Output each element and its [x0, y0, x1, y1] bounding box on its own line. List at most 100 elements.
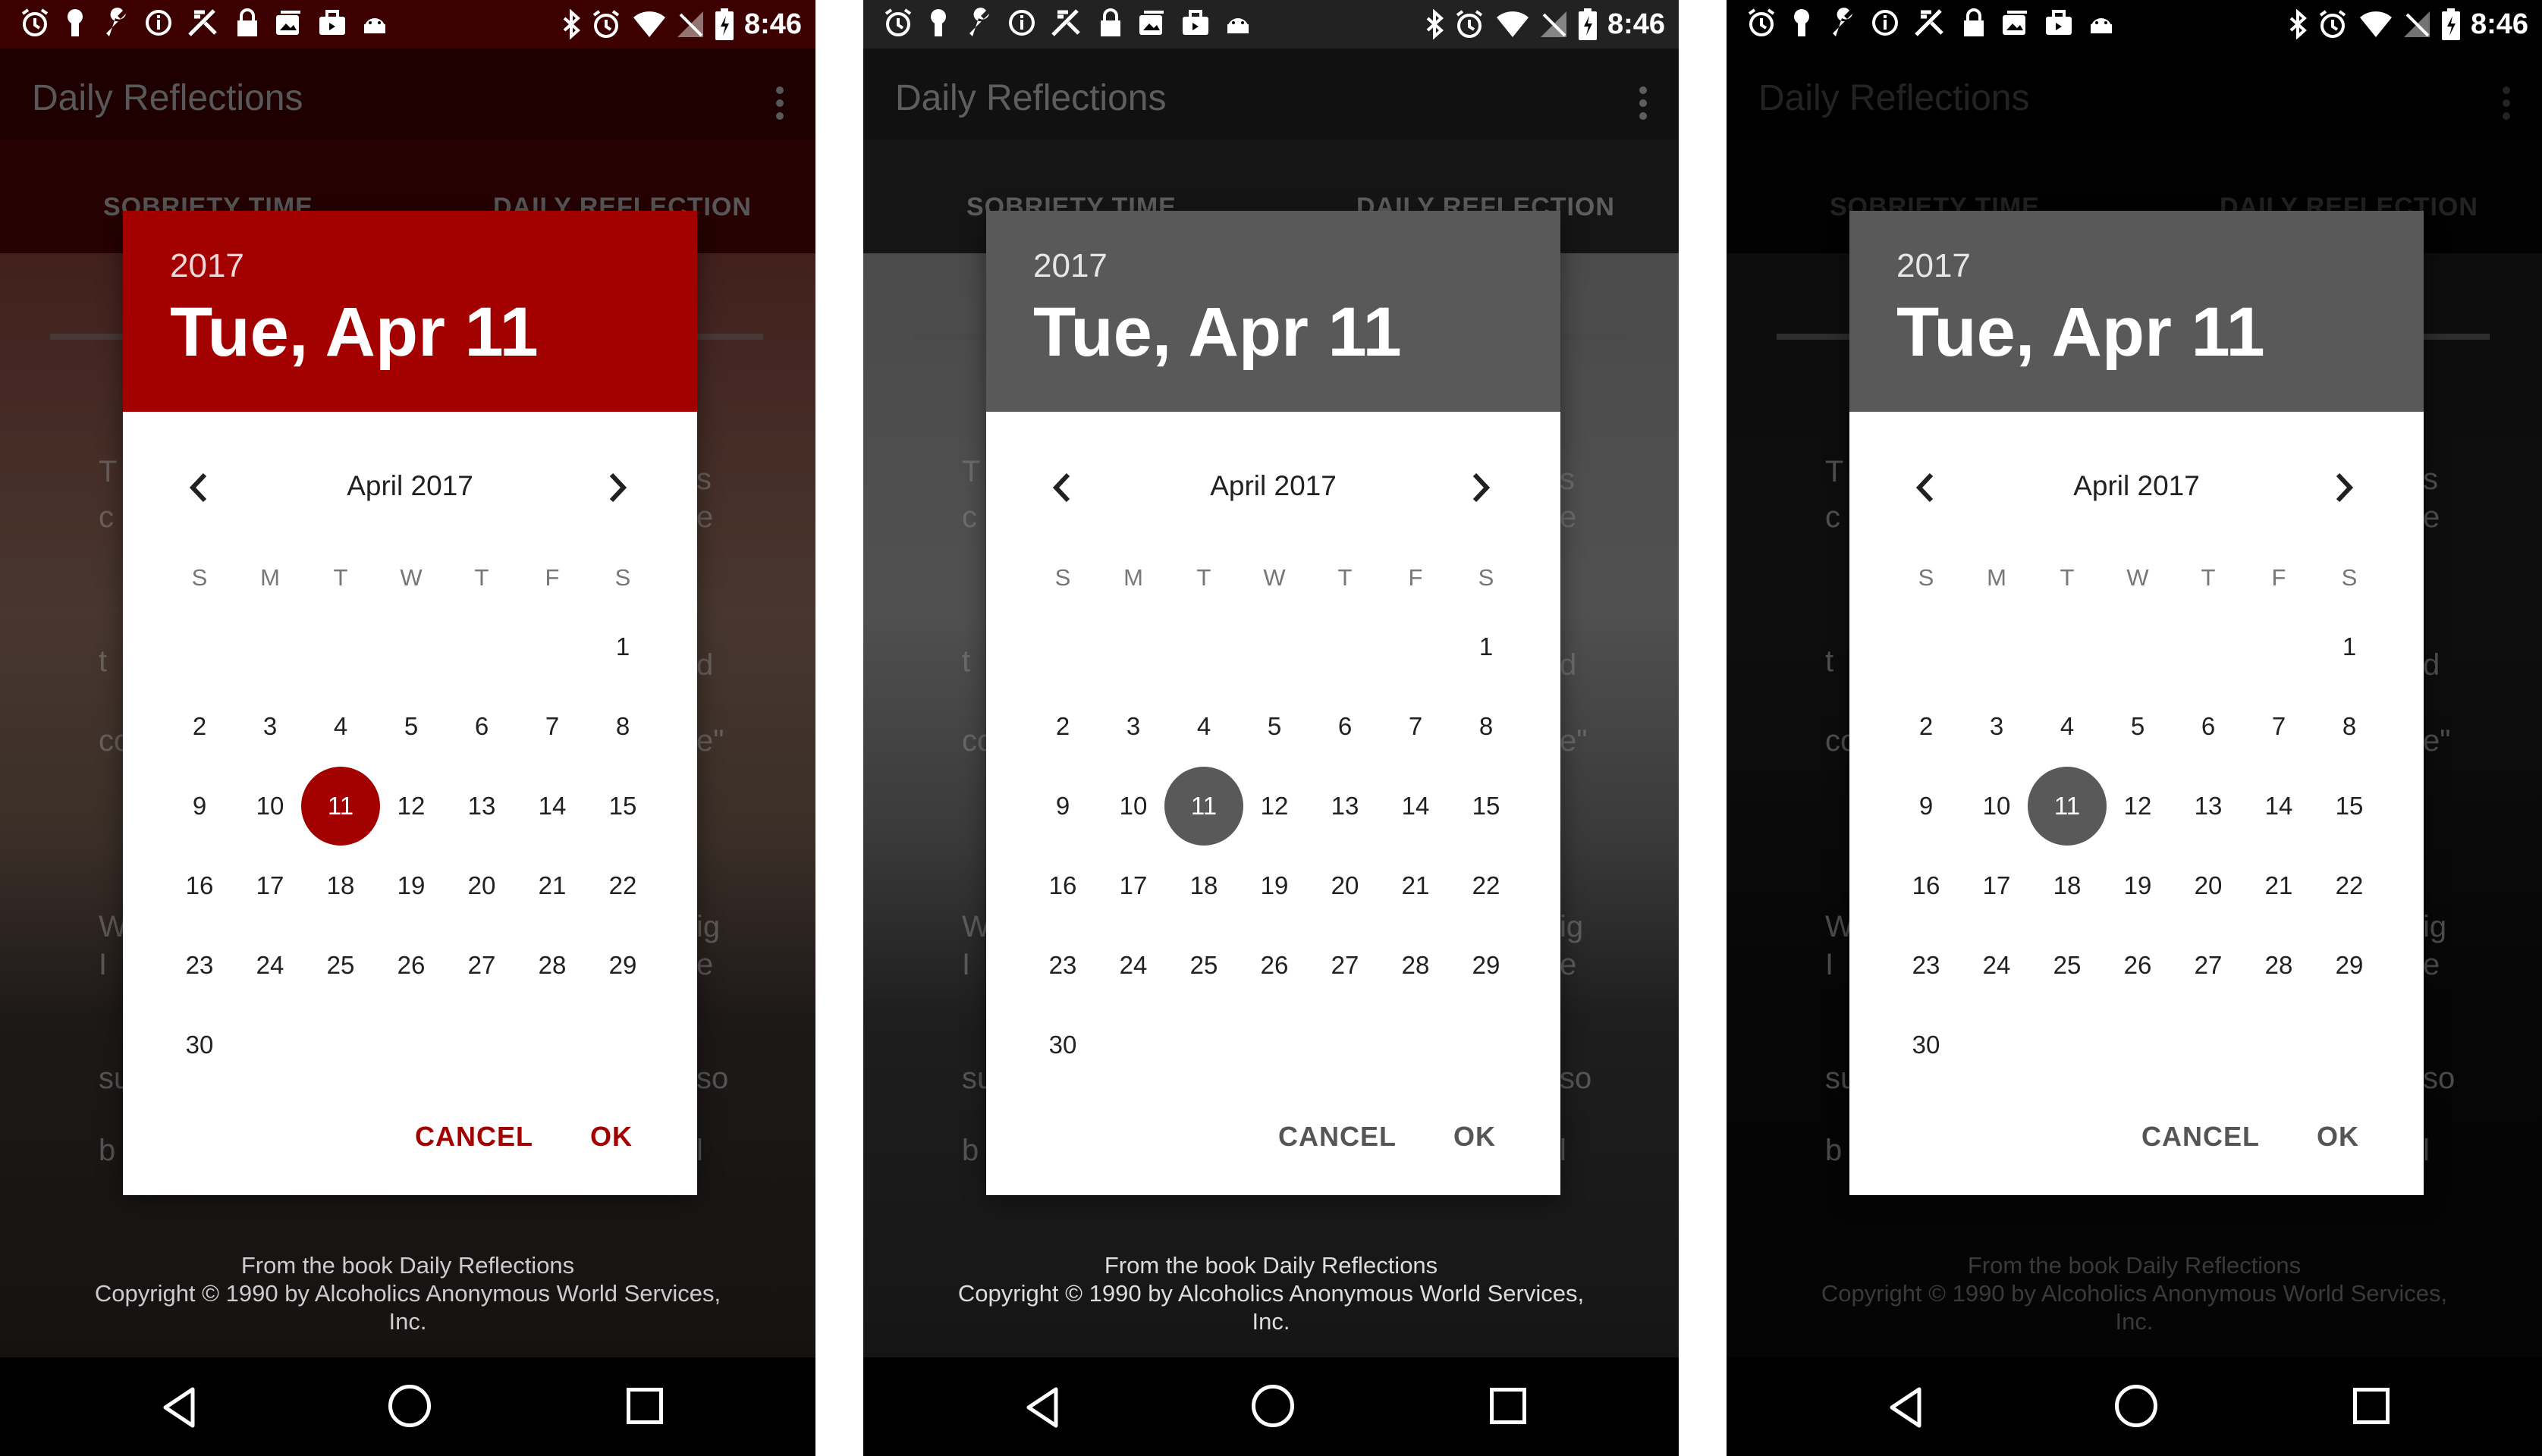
calendar-day[interactable]: 7 [2239, 687, 2318, 766]
calendar-day[interactable]: 21 [2239, 846, 2318, 925]
calendar-day[interactable]: 27 [1306, 926, 1384, 1005]
calendar-day[interactable]: 24 [231, 926, 310, 1005]
recents-icon[interactable] [2353, 1388, 2390, 1424]
calendar-day[interactable]: 1 [2310, 607, 2389, 686]
calendar-day[interactable]: 13 [442, 767, 521, 846]
calendar-day-selected[interactable]: 11 [301, 767, 380, 846]
calendar-day[interactable]: 24 [1957, 926, 2036, 1005]
home-icon[interactable] [2115, 1385, 2157, 1427]
calendar-day[interactable]: 25 [2028, 926, 2107, 1005]
calendar-day[interactable]: 25 [1164, 926, 1243, 1005]
calendar-day[interactable]: 1 [1447, 607, 1526, 686]
calendar-day[interactable]: 15 [583, 767, 662, 846]
recents-icon[interactable] [1490, 1388, 1526, 1424]
calendar-day[interactable]: 26 [2098, 926, 2177, 1005]
year-label[interactable]: 2017 [1033, 247, 1108, 285]
calendar-day[interactable]: 1 [583, 607, 662, 686]
calendar-day[interactable]: 2 [1023, 687, 1102, 766]
calendar-day[interactable]: 16 [1887, 846, 1965, 925]
ok-button[interactable]: OK [1453, 1121, 1496, 1153]
calendar-day[interactable]: 4 [1164, 687, 1243, 766]
calendar-day[interactable]: 8 [583, 687, 662, 766]
calendar-day[interactable]: 2 [160, 687, 239, 766]
calendar-day[interactable]: 5 [1235, 687, 1314, 766]
calendar-day[interactable]: 6 [2169, 687, 2248, 766]
calendar-day[interactable]: 5 [2098, 687, 2177, 766]
back-icon[interactable] [161, 1386, 197, 1429]
calendar-day[interactable]: 9 [1887, 767, 1965, 846]
calendar-day[interactable]: 28 [1376, 926, 1455, 1005]
calendar-day[interactable]: 12 [372, 767, 451, 846]
calendar-day[interactable]: 9 [160, 767, 239, 846]
calendar-day[interactable]: 19 [2098, 846, 2177, 925]
calendar-day[interactable]: 18 [1164, 846, 1243, 925]
calendar-day[interactable]: 29 [2310, 926, 2389, 1005]
calendar-day[interactable]: 18 [2028, 846, 2107, 925]
calendar-day[interactable]: 20 [1306, 846, 1384, 925]
selected-date-label[interactable]: Tue, Apr 11 [170, 293, 539, 372]
calendar-day[interactable]: 9 [1023, 767, 1102, 846]
calendar-day[interactable]: 28 [513, 926, 592, 1005]
calendar-day[interactable]: 13 [2169, 767, 2248, 846]
calendar-day[interactable]: 28 [2239, 926, 2318, 1005]
calendar-day[interactable]: 4 [301, 687, 380, 766]
calendar-day[interactable]: 12 [2098, 767, 2177, 846]
calendar-day[interactable]: 15 [1447, 767, 1526, 846]
calendar-day[interactable]: 29 [1447, 926, 1526, 1005]
chevron-right-icon[interactable] [1466, 469, 1496, 507]
calendar-day[interactable]: 10 [231, 767, 310, 846]
ok-button[interactable]: OK [590, 1121, 633, 1153]
year-label[interactable]: 2017 [1896, 247, 1971, 285]
calendar-day[interactable]: 21 [513, 846, 592, 925]
calendar-day[interactable]: 17 [231, 846, 310, 925]
calendar-day[interactable]: 6 [442, 687, 521, 766]
calendar-day[interactable]: 19 [1235, 846, 1314, 925]
selected-date-label[interactable]: Tue, Apr 11 [1896, 293, 2265, 372]
calendar-day[interactable]: 18 [301, 846, 380, 925]
calendar-day[interactable]: 14 [513, 767, 592, 846]
calendar-day[interactable]: 19 [372, 846, 451, 925]
calendar-day[interactable]: 30 [1887, 1006, 1965, 1084]
home-icon[interactable] [1252, 1385, 1294, 1427]
calendar-day[interactable]: 7 [1376, 687, 1455, 766]
calendar-day[interactable]: 14 [2239, 767, 2318, 846]
selected-date-label[interactable]: Tue, Apr 11 [1033, 293, 1402, 372]
calendar-day[interactable]: 26 [372, 926, 451, 1005]
calendar-day[interactable]: 7 [513, 687, 592, 766]
calendar-day[interactable]: 23 [1023, 926, 1102, 1005]
calendar-day[interactable]: 23 [160, 926, 239, 1005]
calendar-day[interactable]: 3 [1094, 687, 1173, 766]
calendar-day[interactable]: 30 [160, 1006, 239, 1084]
calendar-day[interactable]: 27 [442, 926, 521, 1005]
calendar-day[interactable]: 22 [2310, 846, 2389, 925]
calendar-day[interactable]: 20 [442, 846, 521, 925]
calendar-day[interactable]: 10 [1957, 767, 2036, 846]
calendar-day[interactable]: 22 [583, 846, 662, 925]
calendar-day[interactable]: 6 [1306, 687, 1384, 766]
calendar-day[interactable]: 23 [1887, 926, 1965, 1005]
calendar-day[interactable]: 17 [1957, 846, 2036, 925]
calendar-day[interactable]: 2 [1887, 687, 1965, 766]
year-label[interactable]: 2017 [170, 247, 244, 285]
calendar-day[interactable]: 29 [583, 926, 662, 1005]
calendar-day[interactable]: 15 [2310, 767, 2389, 846]
back-icon[interactable] [1024, 1386, 1060, 1429]
calendar-day-selected[interactable]: 11 [1164, 767, 1243, 846]
calendar-day[interactable]: 8 [1447, 687, 1526, 766]
calendar-day[interactable]: 22 [1447, 846, 1526, 925]
cancel-button[interactable]: CANCEL [1278, 1121, 1397, 1153]
calendar-day[interactable]: 30 [1023, 1006, 1102, 1084]
cancel-button[interactable]: CANCEL [2141, 1121, 2260, 1153]
calendar-day[interactable]: 14 [1376, 767, 1455, 846]
calendar-day[interactable]: 21 [1376, 846, 1455, 925]
calendar-day[interactable]: 3 [1957, 687, 2036, 766]
calendar-day[interactable]: 4 [2028, 687, 2107, 766]
ok-button[interactable]: OK [2317, 1121, 2359, 1153]
cancel-button[interactable]: CANCEL [415, 1121, 533, 1153]
chevron-right-icon[interactable] [602, 469, 633, 507]
calendar-day[interactable]: 5 [372, 687, 451, 766]
calendar-day[interactable]: 24 [1094, 926, 1173, 1005]
calendar-day[interactable]: 25 [301, 926, 380, 1005]
calendar-day[interactable]: 12 [1235, 767, 1314, 846]
chevron-right-icon[interactable] [2329, 469, 2359, 507]
